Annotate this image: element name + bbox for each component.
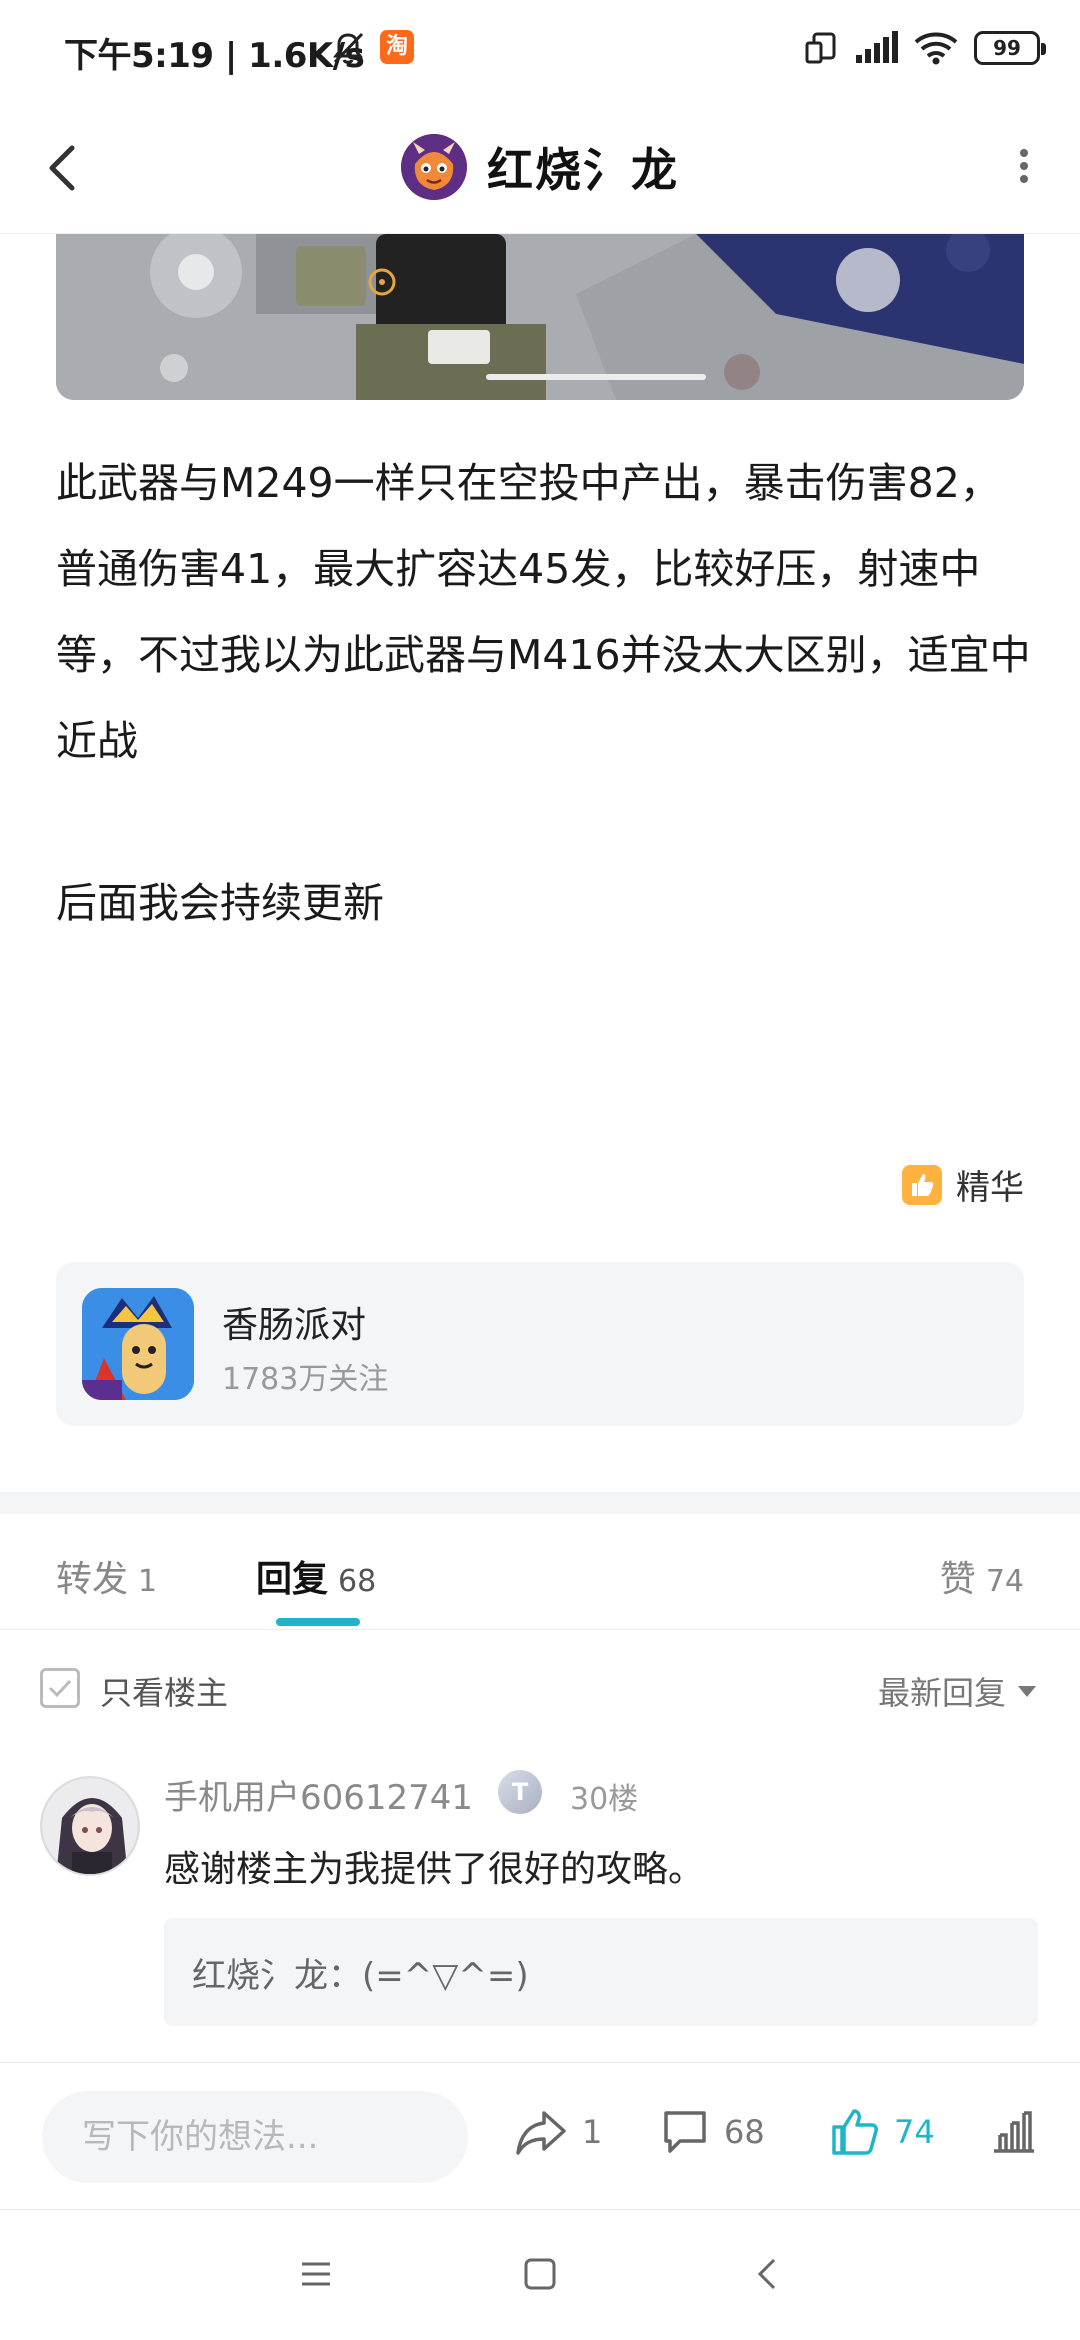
bell-muted-icon (333, 32, 364, 64)
top-header: 红烧氵龙 (0, 100, 1080, 234)
commenter-avatar[interactable] (40, 1776, 140, 1876)
back-chevron-icon (757, 2258, 776, 2290)
only-op-checkbox[interactable] (40, 1668, 80, 1708)
hamburger-icon (302, 2262, 330, 2286)
screen-mirror-icon (805, 32, 836, 64)
share-arrow-icon (516, 2111, 566, 2155)
tab-count: 68 (338, 1564, 377, 1599)
post-body-update: 后面我会持续更新 (56, 860, 384, 946)
forum-card[interactable]: 香肠派对 1783万关注 (56, 1262, 1024, 1426)
forum-icon (82, 1288, 194, 1400)
status-time: 下午5:19 | 1.6K/s (64, 36, 365, 76)
post-body: 此武器与M249一样只在空投中产出，暴击伤害82，普通伤害41，最大扩容达45发… (56, 440, 1036, 784)
comment-button[interactable]: 68 (660, 2107, 765, 2157)
sort-dropdown[interactable]: 最新回复 (878, 1668, 1006, 1714)
tab-label: 回复 (256, 1559, 329, 1600)
section-divider (0, 1492, 1080, 1514)
tab-forward[interactable]: 转发 1 (56, 1550, 157, 1602)
wifi-icon (914, 32, 958, 65)
only-op-label[interactable]: 只看楼主 (100, 1668, 228, 1714)
essence-label: 精华 (956, 1168, 1024, 1208)
comment-input[interactable] (42, 2091, 468, 2183)
post-paragraph: 后面我会持续更新 (56, 879, 384, 927)
caret-down-icon[interactable] (1018, 1686, 1036, 1697)
comment-text[interactable]: 感谢楼主为我提供了很好的攻略。 (164, 1840, 704, 1892)
stats-button[interactable] (990, 2107, 1038, 2157)
tab-label: 赞 (939, 1559, 976, 1600)
battery-icon: 99 (974, 31, 1046, 65)
post-tabs: 转发 1 回复 68 赞 74 (0, 1514, 1080, 1630)
more-options-button[interactable] (994, 126, 1054, 206)
back-nav-button[interactable] (738, 2244, 798, 2304)
signal-icon (856, 31, 898, 63)
essence-tag: 精华 (902, 1160, 1024, 1209)
commenter-name[interactable]: 手机用户60612741 (164, 1770, 473, 1819)
thumbs-up-outline-icon (832, 2109, 878, 2155)
post-image[interactable] (56, 234, 1024, 400)
check-icon (48, 1679, 72, 1698)
more-vertical-icon (1020, 149, 1028, 183)
share-count: 1 (582, 2113, 603, 2151)
floor-number: 30楼 (570, 1782, 639, 1817)
user-level-badge: T (498, 1770, 542, 1814)
author-avatar[interactable] (401, 134, 467, 200)
like-button[interactable]: 74 (830, 2107, 935, 2157)
author-name: 红烧氵龙 (487, 143, 679, 197)
forum-name: 香肠派对 (222, 1305, 367, 1346)
author-info[interactable]: 红烧氵龙 (0, 120, 1080, 214)
menu-nav-button[interactable] (286, 2244, 346, 2304)
square-home-icon (524, 2258, 556, 2290)
forum-followers: 1783万关注 (222, 1362, 389, 1397)
avatar-illustration (401, 134, 467, 200)
action-bar: 1 68 74 (0, 2062, 1080, 2210)
system-nav-bar (0, 2210, 1080, 2340)
active-tab-indicator (276, 1618, 360, 1626)
tab-label: 转发 (56, 1559, 129, 1600)
sausage-party-logo (82, 1288, 194, 1400)
comment-bubble-icon (664, 2111, 706, 2153)
post-paragraph: 此武器与M249一样只在空投中产出，暴击伤害82，普通伤害41，最大扩容达45发… (56, 459, 1031, 765)
reply-preview[interactable]: 红烧氵龙：(=^▽^=) (164, 1918, 1038, 2026)
like-count: 74 (894, 2113, 935, 2151)
tab-count: 74 (985, 1564, 1024, 1599)
filter-row: 只看楼主 最新回复 (0, 1630, 1080, 1740)
tab-count: 1 (138, 1564, 158, 1599)
share-button[interactable]: 1 (514, 2107, 602, 2157)
comment-count: 68 (724, 2113, 765, 2151)
status-icons: 99 (804, 26, 1046, 70)
status-bar: 下午5:19 | 1.6K/s 淘 99 (0, 0, 1080, 100)
anime-avatar-illustration (42, 1778, 138, 1874)
game-screenshot (56, 234, 1024, 400)
home-nav-button[interactable] (510, 2244, 570, 2304)
thumbs-up-badge-icon (902, 1164, 942, 1205)
comment-item: 手机用户60612741 T 30楼 感谢楼主为我提供了很好的攻略。 红烧氵龙：… (0, 1740, 1080, 2062)
taobao-icon: 淘 (380, 30, 414, 64)
thumbs-up-icon (912, 1173, 934, 1196)
reply-text: 红烧氵龙：(=^▽^=) (192, 1956, 529, 1996)
tab-likes[interactable]: 赞 74 (940, 1550, 1024, 1602)
tab-replies[interactable]: 回复 68 (256, 1550, 376, 1602)
bar-chart-icon (994, 2111, 1034, 2153)
